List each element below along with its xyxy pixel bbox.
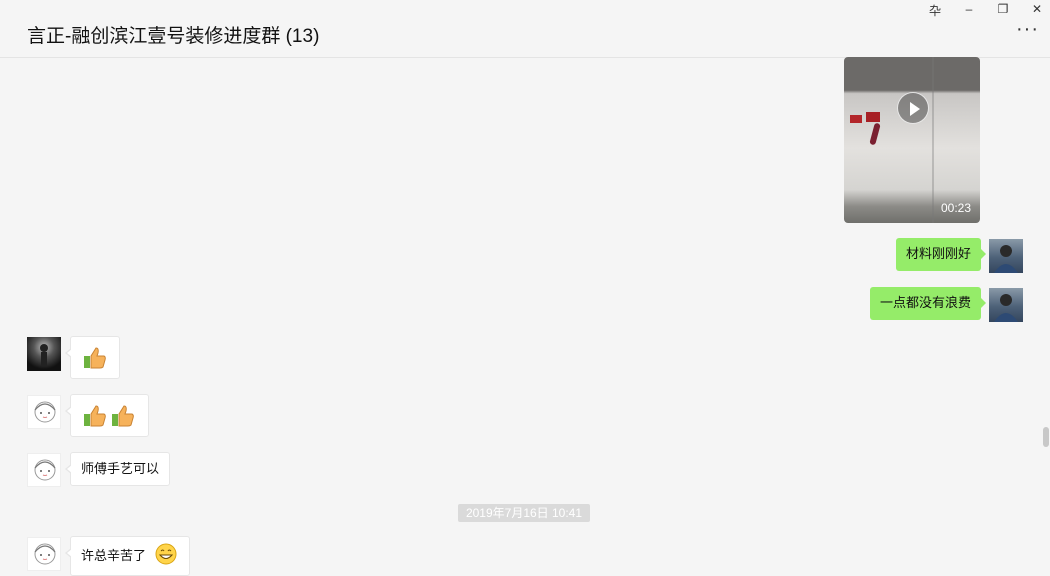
message-text: 师傅手艺可以 <box>81 461 160 476</box>
received-message-bubble[interactable]: 许总辛苦了 <box>65 536 190 576</box>
chat-title[interactable]: 言正-融创滨江壹号装修进度群 (13) <box>27 21 319 48</box>
received-message-bubble[interactable] <box>65 394 149 437</box>
message-text: 材料刚刚好 <box>905 246 971 261</box>
thumbs-up-icon <box>84 347 106 369</box>
person-icon <box>994 294 1018 322</box>
thumbs-up-icon <box>112 405 134 427</box>
chat-header: 言正-融创滨江壹号装修进度群 (13) 卆 – ❐ ✕ ··· <box>0 0 1050 58</box>
restore-button[interactable]: ❐ <box>992 2 1014 16</box>
sent-message-bubble[interactable]: 一点都没有浪费 <box>869 287 987 320</box>
video-duration: 00:23 <box>940 201 971 215</box>
received-message-bubble[interactable]: 师傅手艺可以 <box>64 452 171 486</box>
more-options-button[interactable]: ··· <box>1016 19 1039 39</box>
person-icon <box>994 245 1018 273</box>
girl-face-icon <box>34 543 56 565</box>
sender-avatar[interactable] <box>27 453 61 487</box>
minimize-button[interactable]: – <box>958 2 980 16</box>
girl-face-icon <box>34 459 56 481</box>
close-button[interactable]: ✕ <box>1026 2 1048 16</box>
grin-emoji-icon <box>155 543 177 565</box>
my-avatar[interactable] <box>989 288 1023 322</box>
sent-message-bubble[interactable]: 材料刚刚好 <box>895 238 987 271</box>
sender-avatar[interactable] <box>27 337 61 371</box>
girl-face-icon <box>34 401 56 423</box>
person-silhouette-icon <box>40 344 48 366</box>
video-message[interactable]: 00:23 <box>844 57 980 223</box>
play-icon[interactable] <box>897 92 929 124</box>
sender-avatar[interactable] <box>27 537 61 571</box>
pin-button[interactable]: 卆 <box>924 2 946 19</box>
message-timestamp: 2019年7月16日 10:41 <box>458 504 590 522</box>
my-avatar[interactable] <box>989 239 1023 273</box>
thumbs-up-icon <box>84 405 106 427</box>
message-text: 一点都没有浪费 <box>879 295 971 310</box>
scrollbar-thumb[interactable] <box>1043 427 1049 447</box>
message-text: 许总辛苦了 <box>81 548 147 563</box>
received-message-bubble[interactable] <box>65 336 120 379</box>
sender-avatar[interactable] <box>27 395 61 429</box>
